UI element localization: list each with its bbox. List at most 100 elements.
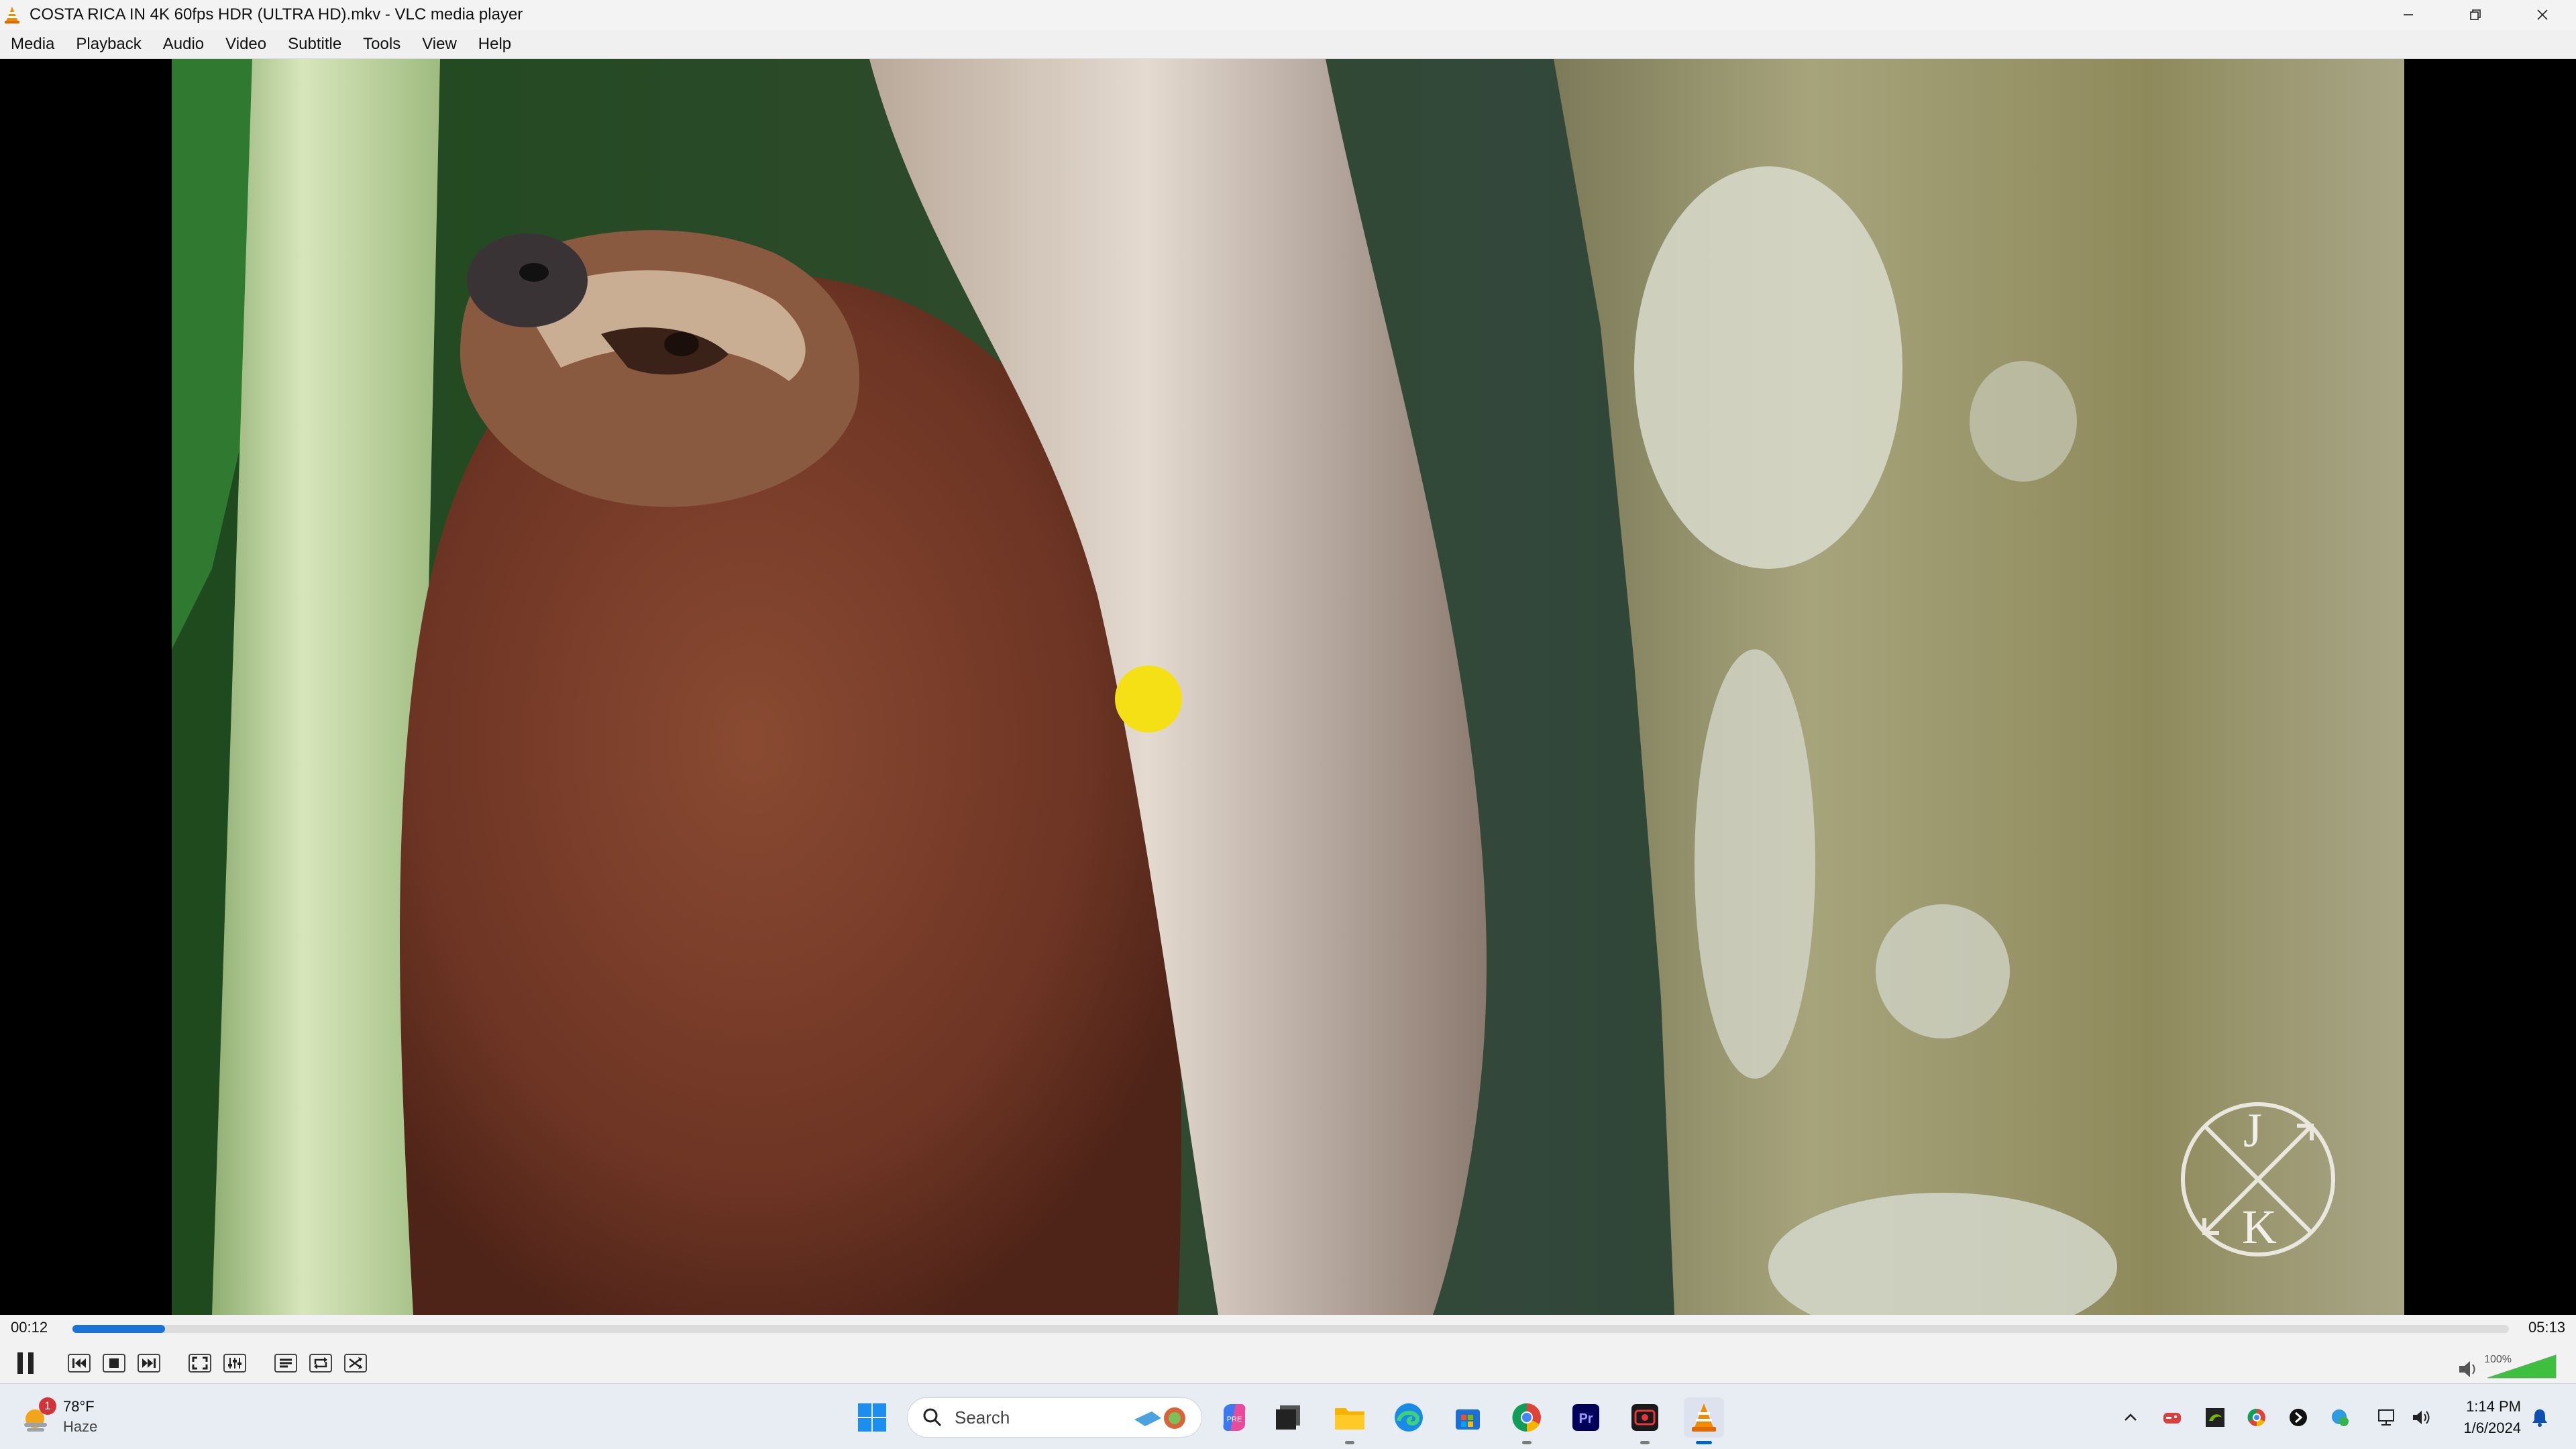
- menu-video[interactable]: Video: [221, 30, 278, 59]
- notifications-button[interactable]: [2526, 1404, 2553, 1431]
- taskbar-file-manager[interactable]: [1268, 1397, 1308, 1438]
- copilot-icon: PRE: [1223, 1404, 1246, 1431]
- chrome-icon: [1512, 1403, 1541, 1432]
- seek-bar[interactable]: [72, 1325, 2509, 1333]
- window-controls: [2375, 0, 2576, 30]
- stop-button[interactable]: [98, 1347, 130, 1379]
- edge-browser-icon: [1395, 1403, 1423, 1432]
- restore-icon: [2470, 9, 2481, 20]
- fullscreen-icon: [189, 1354, 211, 1373]
- total-time: 05:13: [2528, 1319, 2565, 1336]
- minimize-icon: [2404, 14, 2413, 15]
- taskbar-recorder[interactable]: [1625, 1397, 1665, 1444]
- weather-temperature: 78°F: [63, 1398, 95, 1415]
- taskbar-store[interactable]: [1448, 1397, 1488, 1438]
- premiere-pro-icon: Pr: [1572, 1404, 1599, 1431]
- clock-date: 1/6/2024: [2463, 1419, 2521, 1436]
- player-controls: 00:12 05:13 100%: [0, 1315, 2576, 1383]
- tray-app-nvidia[interactable]: [2202, 1404, 2229, 1431]
- fullscreen-button[interactable]: [184, 1347, 216, 1379]
- taskbar-copilot[interactable]: PRE: [1214, 1397, 1254, 1438]
- taskbar-premiere[interactable]: Pr: [1566, 1397, 1606, 1438]
- title-bar: COSTA RICA IN 4K 60fps HDR (ULTRA HD).mk…: [0, 0, 2576, 30]
- gamepad-icon: [2163, 1413, 2181, 1424]
- weather-condition: Haze: [63, 1418, 98, 1435]
- weather-sun-icon: 1: [20, 1397, 56, 1434]
- window-title: COSTA RICA IN 4K 60fps HDR (ULTRA HD).mk…: [30, 5, 523, 23]
- restore-button[interactable]: [2442, 0, 2509, 30]
- seek-row: 00:12 05:13: [0, 1315, 2576, 1340]
- previous-button[interactable]: [63, 1347, 95, 1379]
- seek-progress: [72, 1325, 166, 1333]
- svg-text:Pr: Pr: [1578, 1411, 1593, 1426]
- taskbar-chrome[interactable]: [1507, 1397, 1547, 1444]
- loop-button[interactable]: [305, 1347, 337, 1379]
- start-button[interactable]: [852, 1397, 892, 1438]
- pause-button[interactable]: [9, 1347, 42, 1379]
- watermark-letter-top: J: [2243, 1104, 2263, 1157]
- menu-subtitle[interactable]: Subtitle: [284, 30, 354, 59]
- taskbar-search[interactable]: Search: [907, 1397, 1202, 1438]
- taskbar-explorer[interactable]: [1330, 1397, 1370, 1444]
- pause-icon: [17, 1352, 34, 1374]
- weather-widget[interactable]: 1 78°F Haze: [20, 1393, 97, 1440]
- extended-settings-icon: [223, 1354, 246, 1373]
- tray-app-4[interactable]: [2285, 1404, 2312, 1431]
- extended-settings-button[interactable]: [219, 1347, 251, 1379]
- tray-network[interactable]: [2373, 1404, 2400, 1431]
- shuffle-icon: [344, 1354, 367, 1373]
- menu-tools[interactable]: Tools: [359, 30, 413, 59]
- playlist-button[interactable]: [270, 1347, 302, 1379]
- menu-help[interactable]: Help: [474, 30, 523, 59]
- shuffle-button[interactable]: [339, 1347, 372, 1379]
- next-button[interactable]: [133, 1347, 165, 1379]
- tray-volume[interactable]: [2408, 1404, 2435, 1431]
- loop-icon: [309, 1354, 332, 1373]
- nvidia-icon: [2206, 1408, 2224, 1427]
- playlist-icon: [274, 1354, 297, 1373]
- control-buttons: [0, 1344, 2576, 1382]
- menu-playback[interactable]: Playback: [72, 30, 153, 59]
- menu-view[interactable]: View: [418, 30, 469, 59]
- taskbar-vlc[interactable]: [1684, 1397, 1724, 1444]
- video-frame[interactable]: J K: [172, 59, 2404, 1315]
- network-icon: [2378, 1409, 2394, 1426]
- speaker-icon: [2413, 1411, 2430, 1424]
- folder-icon: [1335, 1408, 1364, 1430]
- close-button[interactable]: [2509, 0, 2576, 30]
- store-icon: [1456, 1409, 1480, 1430]
- taskbar-edge[interactable]: [1389, 1397, 1429, 1438]
- clock-time: 1:14 PM: [2466, 1398, 2521, 1415]
- menu-bar: Media Playback Audio Video Subtitle Tool…: [0, 30, 2576, 59]
- video-area[interactable]: J K: [0, 59, 2576, 1315]
- show-hidden-icons-button[interactable]: [2117, 1404, 2144, 1431]
- search-icon: [923, 1408, 942, 1427]
- bell-icon: [2532, 1409, 2547, 1427]
- vlc-cone-icon: [0, 0, 24, 30]
- weather-alert-badge: 1: [39, 1397, 56, 1415]
- circle-app-icon: [2290, 1409, 2307, 1426]
- watermark-letter-bottom: K: [2242, 1200, 2277, 1254]
- tray-app-chrome[interactable]: [2243, 1404, 2270, 1431]
- tray-app-5[interactable]: [2326, 1404, 2353, 1431]
- menu-audio[interactable]: Audio: [159, 30, 216, 59]
- taskbar-clock[interactable]: 1:14 PM 1/6/2024: [2463, 1396, 2521, 1439]
- chevron-up-icon: [2125, 1413, 2137, 1421]
- menu-media[interactable]: Media: [7, 30, 66, 59]
- stop-icon: [103, 1354, 125, 1373]
- elapsed-time: 00:12: [11, 1319, 48, 1336]
- sync-globe-icon: [2332, 1409, 2349, 1426]
- tray-app-1[interactable]: [2159, 1404, 2186, 1431]
- speaker-icon: [2459, 1361, 2475, 1377]
- volume-slider[interactable]: [2458, 1350, 2559, 1382]
- minimize-button[interactable]: [2375, 0, 2442, 30]
- svg-text:PRE: PRE: [1227, 1415, 1242, 1424]
- close-icon: [2537, 9, 2548, 20]
- search-highlight-icon: [1134, 1407, 1185, 1429]
- vlc-cone-icon: [1692, 1403, 1716, 1432]
- chrome-icon: [2247, 1408, 2265, 1427]
- windows-logo-icon: [858, 1403, 886, 1432]
- window-stack-icon: [1276, 1405, 1300, 1430]
- sloth-video-frame: [172, 59, 2404, 1315]
- next-icon: [138, 1354, 160, 1373]
